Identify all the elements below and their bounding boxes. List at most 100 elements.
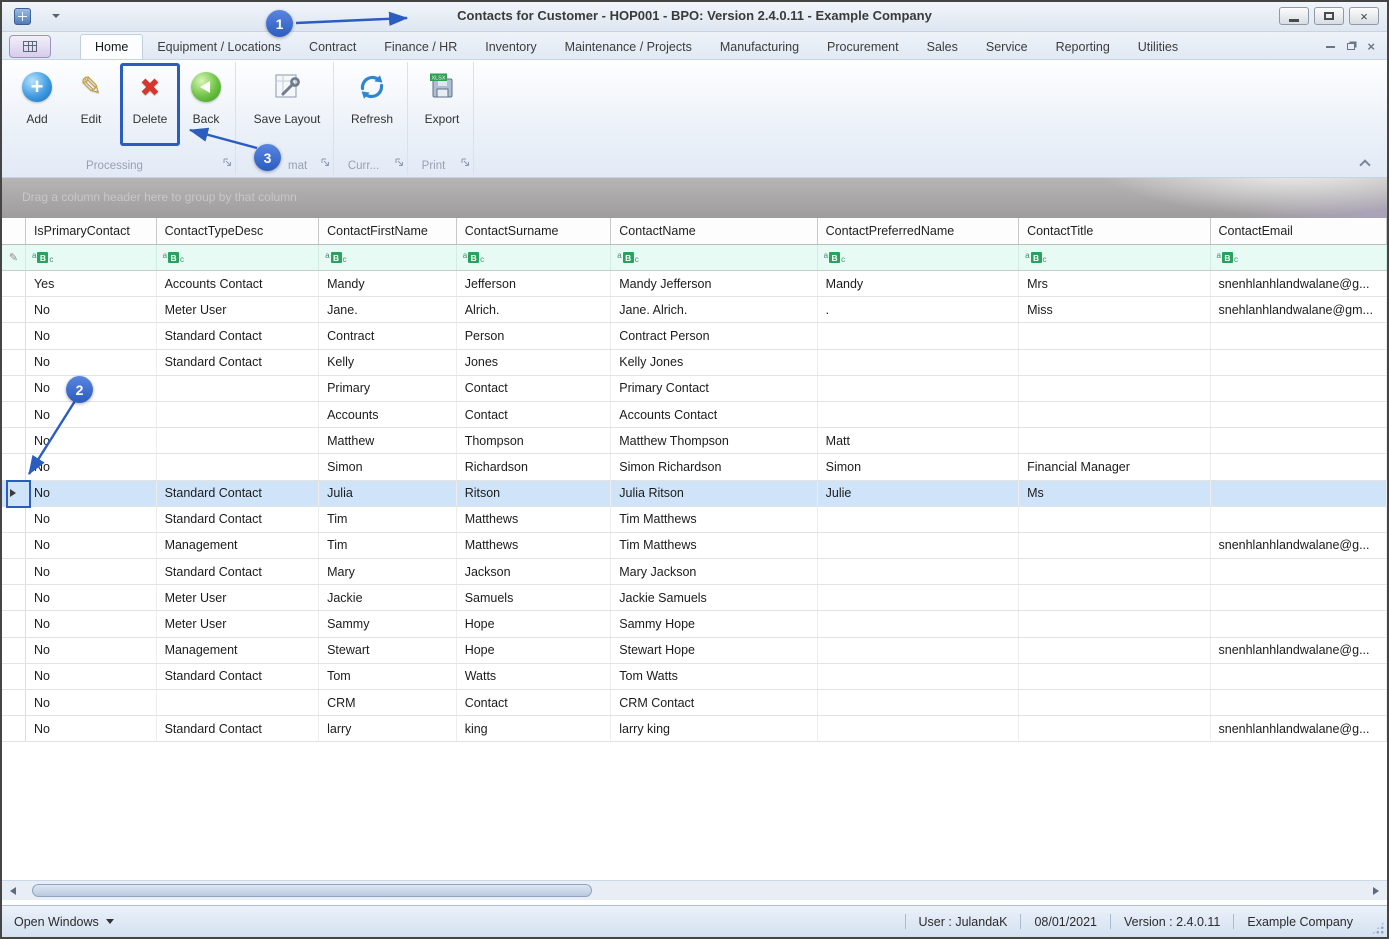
grid-cell[interactable]: No [26,690,157,716]
scrollbar-thumb[interactable] [32,884,592,897]
grid-cell[interactable]: Tom Watts [611,663,818,689]
grid-cell[interactable] [1019,611,1211,637]
grid-cell[interactable]: Mandy [818,271,1020,297]
grid-cell[interactable]: Matthews [457,506,612,532]
grid-cell[interactable] [1019,323,1211,349]
grid-cell[interactable] [157,428,320,454]
grid-cell[interactable] [157,375,320,401]
grid-cell[interactable] [818,663,1020,689]
grid-cell[interactable]: Alrich. [457,297,612,323]
grid-cell[interactable]: No [26,611,157,637]
grid-cell[interactable] [818,401,1020,428]
grid-cell[interactable]: Yes [26,271,157,297]
ribbon-minimize-icon[interactable] [1326,45,1336,48]
grid-cell[interactable]: Matthew [319,428,457,454]
grid-row[interactable]: No Standard Contact Mary Jackson Mary Jackso… [2,559,1387,586]
refresh-button[interactable]: Refresh [340,64,404,156]
grid-cell[interactable]: Financial Manager [1019,454,1211,480]
grid-cell[interactable]: snehlanhlandwalane@gm... [1211,297,1387,323]
grid-cell[interactable]: Accounts [319,401,457,428]
grid-cell[interactable]: No [26,559,157,585]
tab-maintenance-projects[interactable]: Maintenance / Projects [551,34,706,59]
grid-cell[interactable]: No [26,428,157,454]
grid-cell[interactable]: Accounts Contact [611,401,818,428]
grid-cell[interactable]: Simon [818,454,1020,480]
grid-row[interactable]: No Management Tim Matthews Tim Matthews snenh… [2,532,1387,560]
grid-cell[interactable]: Matthew Thompson [611,428,818,454]
grid-cell[interactable] [818,506,1020,532]
grid-cell[interactable]: Mary Jackson [611,559,818,585]
tab-service[interactable]: Service [972,34,1042,59]
tab-equipment-locations[interactable]: Equipment / Locations [143,34,295,59]
grid-cell[interactable]: Standard Contact [157,323,320,349]
dialog-launcher-icon[interactable] [321,154,330,172]
grid-cell[interactable]: Standard Contact [157,663,320,689]
grid-cell[interactable]: No [26,349,157,375]
grid-row[interactable]: Yes Accounts Contact Mandy Jefferson Mandy J… [2,271,1387,298]
grid-row[interactable]: No Accounts Contact Accounts Contact [2,401,1387,429]
column-header-contactfirstname[interactable]: ContactFirstName [319,218,457,244]
grid-cell[interactable]: No [26,323,157,349]
grid-cell[interactable]: Management [157,532,320,559]
grid-cell[interactable] [1211,323,1387,349]
grid-cell[interactable]: Jane. Alrich. [611,297,818,323]
grid-row[interactable]: No Standard Contact Kelly Jones Kelly Jones [2,349,1387,376]
grid-cell[interactable] [818,611,1020,637]
delete-button[interactable]: ✖ Delete [124,64,176,156]
column-header-contacttypedesc[interactable]: ContactTypeDesc [157,218,320,244]
grid-cell[interactable] [1211,585,1387,611]
tab-utilities[interactable]: Utilities [1124,34,1192,59]
grid-cell[interactable]: Stewart Hope [611,637,818,663]
grid-cell[interactable]: Julia Ritson [611,480,818,506]
grid-cell[interactable] [818,532,1020,559]
grid-cell[interactable] [1019,585,1211,611]
dialog-launcher-icon[interactable] [223,154,232,172]
grid-cell[interactable]: Tim [319,506,457,532]
grid-row[interactable]: No Meter User Sammy Hope Sammy Hope [2,611,1387,638]
grid-cell[interactable]: Contact [457,690,612,716]
grid-cell[interactable] [1211,559,1387,585]
filter-cell-isprimarycontact[interactable]: aBc [26,245,157,270]
grid-cell[interactable]: Ms [1019,480,1211,506]
filter-cell-contacttypedesc[interactable]: aBc [157,245,320,270]
column-header-contactsurname[interactable]: ContactSurname [457,218,612,244]
column-header-contacttitle[interactable]: ContactTitle [1019,218,1211,244]
grid-cell[interactable] [1019,428,1211,454]
scroll-right-arrow-icon[interactable] [1373,887,1379,895]
grid-cell[interactable]: Simon [319,454,457,480]
tab-manufacturing[interactable]: Manufacturing [706,34,813,59]
grid-cell[interactable]: Meter User [157,611,320,637]
grid-cell[interactable]: Accounts Contact [157,271,320,297]
grid-cell[interactable]: No [26,480,157,506]
grid-cell[interactable]: Tom [319,663,457,689]
grid-cell[interactable]: Jefferson [457,271,612,297]
grid-cell[interactable] [157,401,320,428]
grid-cell[interactable]: Tim [319,532,457,559]
filter-cell-contactsurname[interactable]: aBc [457,245,612,270]
grid-cell[interactable]: Standard Contact [157,559,320,585]
grid-cell[interactable]: Standard Contact [157,506,320,532]
grid-cell[interactable]: No [26,663,157,689]
grid-cell[interactable]: Contract Person [611,323,818,349]
grid-cell[interactable]: Tim Matthews [611,506,818,532]
grid-cell[interactable]: Management [157,637,320,663]
scroll-left-arrow-icon[interactable] [10,887,16,895]
collapse-ribbon-button[interactable] [1359,159,1371,171]
grid-row[interactable]: No Standard Contact Contract Person Contract… [2,323,1387,350]
column-header-isprimarycontact[interactable]: IsPrimaryContact [26,218,157,244]
add-button[interactable]: + Add [12,64,62,156]
column-header-contactemail[interactable]: ContactEmail [1211,218,1387,244]
dialog-launcher-icon[interactable] [395,154,404,172]
grid-cell[interactable]: Meter User [157,297,320,323]
grid-cell[interactable]: Mandy [319,271,457,297]
grid-cell[interactable] [1211,690,1387,716]
tab-sales[interactable]: Sales [913,34,972,59]
grid-cell[interactable]: Standard Contact [157,716,320,742]
dialog-launcher-icon[interactable] [461,154,470,172]
grid-cell[interactable] [1211,663,1387,689]
grid-cell[interactable]: snenhlanhlandwalane@g... [1211,716,1387,742]
grid-cell[interactable]: Contact [457,401,612,428]
grid-cell[interactable] [818,690,1020,716]
filter-cell-contacttitle[interactable]: aBc [1019,245,1211,270]
grid-cell[interactable]: larry [319,716,457,742]
